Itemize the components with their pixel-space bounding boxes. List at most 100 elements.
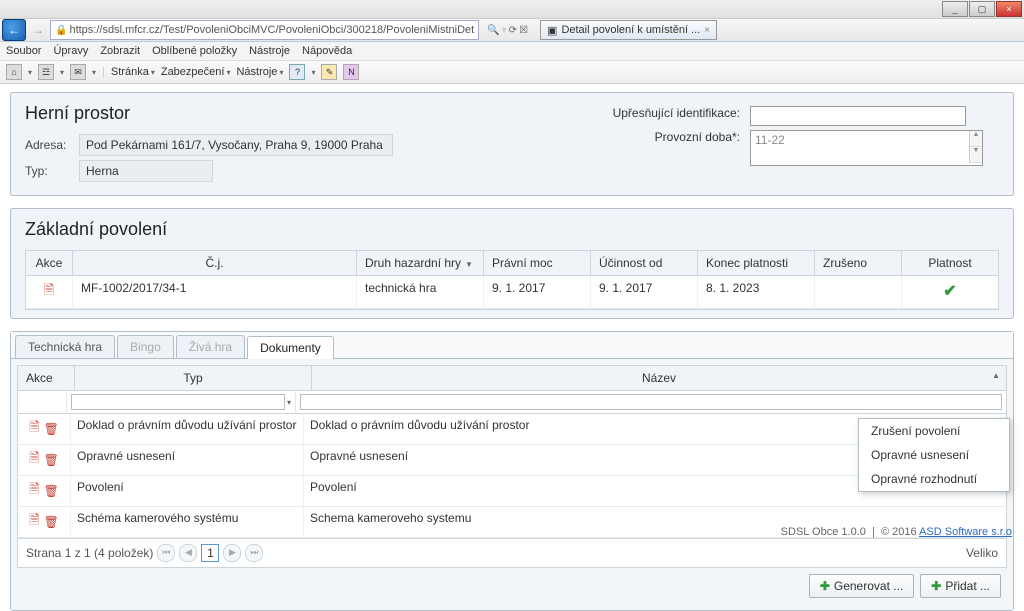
pdf-icon[interactable]: 🗎 xyxy=(29,418,39,440)
col-platnost[interactable]: Platnost xyxy=(902,251,998,275)
search-icon[interactable]: 🔍 xyxy=(487,25,499,36)
tab-bingo[interactable]: Bingo xyxy=(117,335,174,358)
mail-icon[interactable]: ✉ xyxy=(70,64,86,80)
pdf-icon[interactable]: 🗎 xyxy=(44,282,54,297)
spin-up-icon[interactable]: ▲ xyxy=(970,131,982,147)
feeds-icon[interactable]: ☲ xyxy=(38,64,54,80)
delete-icon[interactable]: 🗑 xyxy=(44,453,59,467)
tabstrip: Technická hra Bingo Živá hra Dokumenty xyxy=(11,332,1013,359)
spinner[interactable]: ▲▼ xyxy=(969,131,982,163)
plus-icon: ✚ xyxy=(820,579,830,593)
label-identifikace: Upřesňující identifikace: xyxy=(600,106,740,120)
col-konec[interactable]: Konec platnosti xyxy=(698,251,815,275)
menu-napoveda[interactable]: Nápověda xyxy=(302,45,352,57)
menu-upravy[interactable]: Úpravy xyxy=(53,45,88,57)
col-ucinnost[interactable]: Účinnost od xyxy=(591,251,698,275)
window-close-button[interactable]: × xyxy=(996,1,1022,17)
pdf-icon[interactable]: 🗎 xyxy=(29,480,39,502)
input-identifikace[interactable] xyxy=(750,106,966,126)
command-bar: ⌂ ▾ ☲ ▾ ✉ ▾ | Stránka▾ Zabezpečení▾ Nást… xyxy=(0,61,1024,84)
doc-typ: Schéma kamerového systému xyxy=(71,507,304,537)
grid-zakladni: Akce Č.j. Druh hazardní hry▼ Právní moc … xyxy=(25,250,999,310)
pager-last[interactable]: ⏭ xyxy=(245,544,263,562)
col-zruseno[interactable]: Zrušeno xyxy=(815,251,902,275)
doc-typ: Opravné usnesení xyxy=(71,445,304,475)
label-typ: Typ: xyxy=(25,164,79,178)
filter-typ-dropdown-icon[interactable]: ▾ xyxy=(287,398,291,407)
menu-soubor[interactable]: Soubor xyxy=(6,45,41,57)
tab-dokumenty[interactable]: Dokumenty xyxy=(247,336,334,359)
dcol-typ[interactable]: Typ xyxy=(75,366,312,390)
tab-label: Detail povolení k umístění ... xyxy=(561,24,700,36)
stop-icon[interactable]: ☒ xyxy=(519,25,528,36)
app-icon-1[interactable]: ✎ xyxy=(321,64,337,80)
app-icon-2[interactable]: N xyxy=(343,64,359,80)
browser-navbar: ← → 🔒 https://sdsl.mfcr.cz/Test/Povoleni… xyxy=(0,19,1024,42)
pager-size-label: Veliko xyxy=(966,546,998,560)
forward-button[interactable]: → xyxy=(30,20,46,40)
panel2-title: Základní povolení xyxy=(25,219,999,240)
sort-desc-icon: ▼ xyxy=(465,260,473,269)
home-icon[interactable]: ⌂ xyxy=(6,64,22,80)
pridat-button[interactable]: ✚Přidat ... xyxy=(920,574,1001,598)
delete-icon[interactable]: 🗑 xyxy=(44,422,59,436)
url-controls: 🔍 ▾ ⟳ ☒ xyxy=(487,25,528,36)
tab-close-icon[interactable]: × xyxy=(704,25,710,36)
field-typ: Herna xyxy=(79,160,213,182)
dcol-akce[interactable]: Akce xyxy=(18,366,75,390)
sort-asc-icon: ▲ xyxy=(992,371,1000,380)
dcol-nazev[interactable]: Název▲ xyxy=(312,366,1006,390)
tb-nastroje[interactable]: Nástroje▾ xyxy=(236,66,283,78)
generovat-button[interactable]: ✚Generovat ... xyxy=(809,574,914,598)
doc-typ: Doklad o právním důvodu užívání prostor xyxy=(71,414,304,444)
menu-oblibene[interactable]: Oblíbené položky xyxy=(152,45,237,57)
spin-down-icon[interactable]: ▼ xyxy=(970,147,982,163)
pager-first[interactable]: ⏮ xyxy=(157,544,175,562)
textarea-provozni-doba[interactable] xyxy=(751,131,969,165)
refresh-icon[interactable]: ⟳ xyxy=(509,25,517,36)
right-form-column: Upřesňující identifikace: Provozní doba*… xyxy=(600,106,983,166)
col-druh[interactable]: Druh hazardní hry▼ xyxy=(357,251,484,275)
filter-typ-input[interactable] xyxy=(71,394,285,410)
tb-stranka[interactable]: Stránka▾ xyxy=(111,66,155,78)
filter-nazev-input[interactable] xyxy=(300,394,1002,410)
url-text: https://sdsl.mfcr.cz/Test/PovoleniObciMV… xyxy=(69,24,474,36)
tab-technicka-hra[interactable]: Technická hra xyxy=(15,335,115,358)
button-row: ✚Generovat ... ✚Přidat ... xyxy=(17,568,1007,604)
window-maximize-button[interactable]: ▢ xyxy=(969,1,995,17)
delete-icon[interactable]: 🗑 xyxy=(44,484,59,498)
col-akce[interactable]: Akce xyxy=(26,251,73,275)
col-cj[interactable]: Č.j. xyxy=(73,251,357,275)
ctx-rozhodnuti[interactable]: Opravné rozhodnutí xyxy=(859,467,1009,491)
check-icon: ✔ xyxy=(943,283,956,300)
footer-link[interactable]: ASD Software s.r.o xyxy=(919,526,1012,538)
ctx-zruseni[interactable]: Zrušení povolení xyxy=(859,419,1009,443)
window-titlebar: _ ▢ × xyxy=(0,0,1024,19)
col-pravni-moc[interactable]: Právní moc xyxy=(484,251,591,275)
pdf-icon[interactable]: 🗎 xyxy=(29,449,39,471)
pager-prev[interactable]: ◀ xyxy=(179,544,197,562)
help-icon[interactable]: ? xyxy=(289,64,305,80)
pager: Strana 1 z 1 (4 položek) ⏮ ◀ 1 ▶ ⏭ Velik… xyxy=(18,538,1006,567)
tb-zabezpeceni[interactable]: Zabezpečení▾ xyxy=(161,66,231,78)
back-button[interactable]: ← xyxy=(2,19,26,41)
browser-tab[interactable]: ▣ Detail povolení k umístění ... × xyxy=(540,20,717,40)
tab-ziva-hra[interactable]: Živá hra xyxy=(176,335,245,358)
context-menu[interactable]: Zrušení povolení Opravné usnesení Opravn… xyxy=(858,418,1010,492)
ctx-usneseni[interactable]: Opravné usnesení xyxy=(859,443,1009,467)
tab-favicon: ▣ xyxy=(547,24,557,37)
panel-zakladni-povoleni: Základní povolení Akce Č.j. Druh hazardn… xyxy=(10,208,1014,319)
pdf-icon[interactable]: 🗎 xyxy=(29,511,39,533)
dgrid-filter-row: ▾ xyxy=(18,391,1006,414)
pager-next[interactable]: ▶ xyxy=(223,544,241,562)
label-adresa: Adresa: xyxy=(25,138,79,152)
menu-zobrazit[interactable]: Zobrazit xyxy=(100,45,140,57)
lock-icon: 🔒 xyxy=(55,25,67,36)
address-bar[interactable]: 🔒 https://sdsl.mfcr.cz/Test/PovoleniObci… xyxy=(50,20,479,40)
pager-current[interactable]: 1 xyxy=(201,544,219,562)
menu-nastroje[interactable]: Nástroje xyxy=(249,45,290,57)
grid-row[interactable]: 🗎 MF-1002/2017/34-1 technická hra 9. 1. … xyxy=(26,276,998,309)
dgrid-header: Akce Typ Název▲ xyxy=(18,366,1006,391)
delete-icon[interactable]: 🗑 xyxy=(44,515,59,529)
window-minimize-button[interactable]: _ xyxy=(942,1,968,17)
